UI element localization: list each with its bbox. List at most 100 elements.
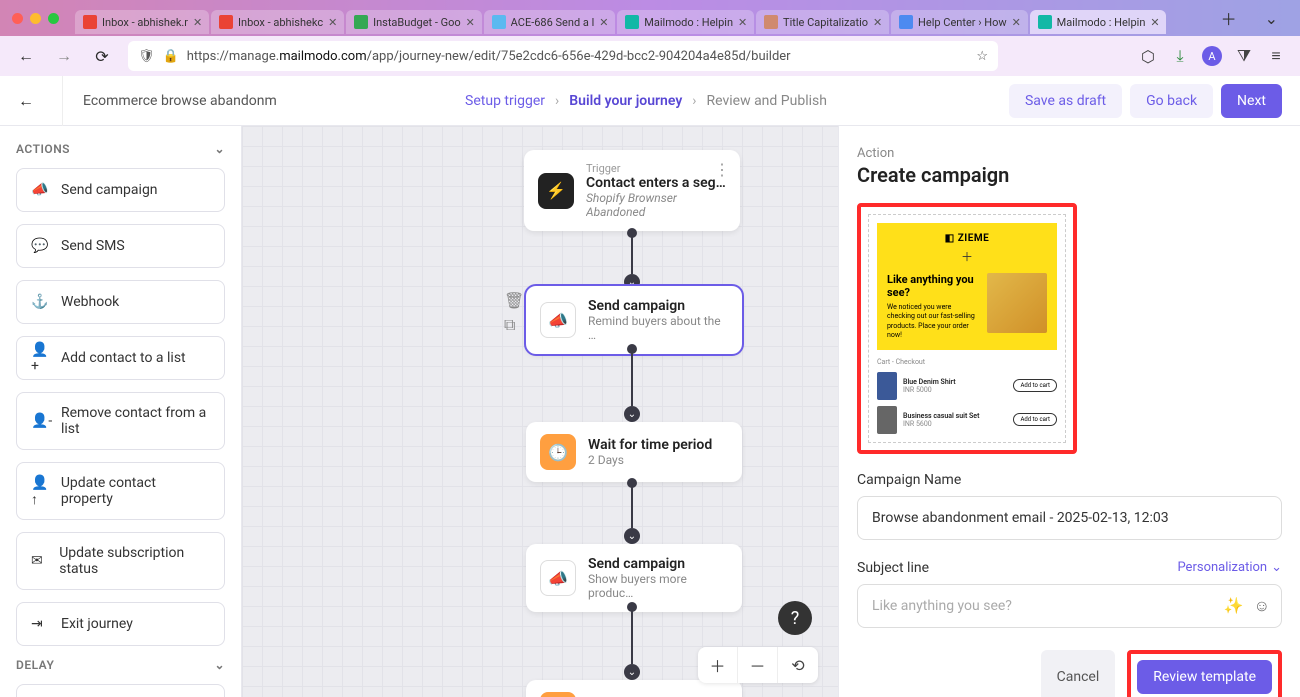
close-icon[interactable]: ✕ <box>466 16 474 29</box>
action-send-sms[interactable]: 💬Send SMS <box>16 224 225 268</box>
close-icon[interactable]: ✕ <box>328 16 336 29</box>
preview-add-to-cart: Add to cart <box>1013 413 1057 426</box>
action-remove-contact[interactable]: 👤-Remove contact from a list <box>16 392 225 450</box>
delete-icon[interactable]: 🗑 <box>504 291 522 309</box>
template-preview[interactable]: ◧ ZIEME ＋ Like anything you see? We noti… <box>868 214 1066 443</box>
node-subtitle: Remind buyers about the … <box>588 314 728 342</box>
edge-handle[interactable]: ⌄ <box>624 406 640 422</box>
window-maximize-icon[interactable] <box>48 13 59 24</box>
favicon-icon <box>625 15 639 29</box>
browser-tab[interactable]: ACE-686 Send a l✕ <box>484 10 616 34</box>
node-subtitle: Shopify Brownser Abandoned <box>586 191 726 219</box>
node-trigger[interactable]: ⚡ Trigger Contact enters a segment Shopi… <box>524 150 740 231</box>
action-send-campaign[interactable]: 📣Send campaign <box>16 168 225 212</box>
preview-product-price: INR 5600 <box>903 420 1007 428</box>
window-minimize-icon[interactable] <box>30 13 41 24</box>
node-wait-1[interactable]: 🕒 Wait for time period 2 Days <box>526 422 742 482</box>
emoji-icon[interactable]: ☺ <box>1254 596 1270 616</box>
kebab-icon[interactable]: ⋮ <box>714 160 730 179</box>
node-title: Wait for time period <box>588 437 712 453</box>
save-draft-button[interactable]: Save as draft <box>1009 84 1122 118</box>
step-setup-trigger[interactable]: Setup trigger <box>465 93 545 109</box>
next-button[interactable]: Next <box>1221 84 1282 118</box>
url-domain: mailmodo.com <box>279 49 366 64</box>
copy-icon[interactable]: ⧉ <box>504 315 522 333</box>
edge-handle[interactable]: ⌄ <box>624 664 640 680</box>
action-webhook[interactable]: ⚓Webhook <box>16 280 225 324</box>
browser-tab[interactable]: Inbox - abhishek.r✕ <box>75 10 209 34</box>
node-subtitle: Show buyers more produc… <box>588 572 728 600</box>
zoom-out-button[interactable]: － <box>738 647 778 683</box>
browser-tab[interactable]: InstaBudget - Goo✕ <box>346 10 482 34</box>
chevron-down-icon: ⌄ <box>1271 560 1282 575</box>
magic-icon[interactable]: ✨ <box>1224 596 1244 616</box>
action-exit-journey[interactable]: ⇥Exit journey <box>16 602 225 646</box>
go-back-button[interactable]: Go back <box>1130 84 1213 118</box>
browser-tab[interactable]: Help Center › How✕ <box>891 10 1028 34</box>
favicon-icon <box>219 15 233 29</box>
help-button[interactable]: ? <box>778 601 812 635</box>
shield-icon: 🛡 <box>138 49 155 64</box>
personalization-link[interactable]: Personalization ⌄ <box>1177 560 1282 575</box>
close-icon[interactable]: ✕ <box>1150 16 1158 29</box>
close-icon[interactable]: ✕ <box>738 16 746 29</box>
megaphone-icon: 📣 <box>31 181 49 199</box>
action-wait-period[interactable]: 🕒Wait for time period <box>16 684 225 697</box>
profile-avatar[interactable]: A <box>1202 46 1222 66</box>
browser-tab[interactable]: Inbox - abhishekc✕ <box>211 10 344 34</box>
campaign-name-input[interactable] <box>857 496 1282 540</box>
subject-line-label: Subject line <box>857 560 929 576</box>
preview-product-name: Blue Denim Shirt <box>903 378 1007 386</box>
tab-overflow-button[interactable]: ⌄ <box>1255 5 1288 32</box>
close-icon[interactable]: ✕ <box>599 16 607 29</box>
close-icon[interactable]: ✕ <box>1012 16 1020 29</box>
menu-icon[interactable]: ≡ <box>1266 46 1286 66</box>
close-icon[interactable]: ✕ <box>873 16 881 29</box>
action-label: Exit journey <box>61 616 133 632</box>
action-label: Update subscription status <box>59 545 210 577</box>
zoom-in-button[interactable]: ＋ <box>698 647 738 683</box>
reload-button[interactable]: ⟳ <box>90 47 114 66</box>
forward-button: → <box>52 46 76 66</box>
campaign-name-label: Campaign Name <box>857 472 1282 488</box>
step-build-journey[interactable]: Build your journey <box>569 93 682 109</box>
pocket-icon[interactable]: ⬡ <box>1138 46 1158 66</box>
browser-tab[interactable]: Mailmodo : Helpin✕ <box>1030 10 1167 34</box>
edge-handle[interactable]: ⌄ <box>624 528 640 544</box>
journey-name-text: Ecommerce browse abandonm <box>83 93 277 109</box>
sms-icon: 💬 <box>31 237 49 255</box>
person-up-icon: 👤↑ <box>31 482 49 500</box>
sidebar: ACTIONS ⌄ 📣Send campaign 💬Send SMS ⚓Webh… <box>0 126 242 697</box>
browser-tab[interactable]: Title Capitalizatio✕ <box>756 10 889 34</box>
downloads-icon[interactable]: ⤓ <box>1170 46 1190 66</box>
tab-strip: Inbox - abhishek.r✕Inbox - abhishekc✕Ins… <box>75 2 1203 34</box>
journey-canvas[interactable]: ⚡ Trigger Contact enters a segment Shopi… <box>242 126 838 697</box>
window-close-icon[interactable] <box>12 13 23 24</box>
webhook-icon: ⚓ <box>31 293 49 311</box>
preview-product-image <box>877 406 897 434</box>
back-button[interactable]: ← <box>14 46 38 66</box>
cancel-button[interactable]: Cancel <box>1041 650 1116 697</box>
favicon-icon <box>764 15 778 29</box>
new-tab-button[interactable]: ＋ <box>1211 2 1247 34</box>
journey-back-button[interactable]: ← <box>18 89 42 113</box>
journey-name[interactable]: Ecommerce browse abandonm ✎ <box>83 93 283 109</box>
subject-line-input[interactable] <box>857 584 1282 628</box>
zoom-reset-button[interactable]: ⟲ <box>778 647 818 683</box>
close-icon[interactable]: ✕ <box>193 16 201 29</box>
review-template-button[interactable]: Review template <box>1137 660 1272 694</box>
url-bar[interactable]: 🛡 🔒 https://manage.mailmodo.com/app/jour… <box>128 41 998 71</box>
browser-tab[interactable]: Mailmodo : Helpin✕ <box>617 10 754 34</box>
megaphone-icon: 📣 <box>540 560 576 596</box>
sidebar-section-actions[interactable]: ACTIONS ⌄ <box>16 142 225 156</box>
action-update-subscription[interactable]: ✉Update subscription status <box>16 532 225 590</box>
chevron-down-icon: ⌄ <box>214 658 225 672</box>
extensions-icon[interactable]: ⧩ <box>1234 46 1254 66</box>
sidebar-section-delay[interactable]: DELAY ⌄ <box>16 658 225 672</box>
action-update-property[interactable]: 👤↑Update contact property <box>16 462 225 520</box>
preview-product-price: INR 5000 <box>903 386 1007 394</box>
bookmark-icon[interactable]: ☆ <box>976 49 988 64</box>
preview-body: We noticed you were checking out our fas… <box>887 303 979 339</box>
personalization-label: Personalization <box>1177 560 1267 575</box>
action-add-contact[interactable]: 👤+Add contact to a list <box>16 336 225 380</box>
